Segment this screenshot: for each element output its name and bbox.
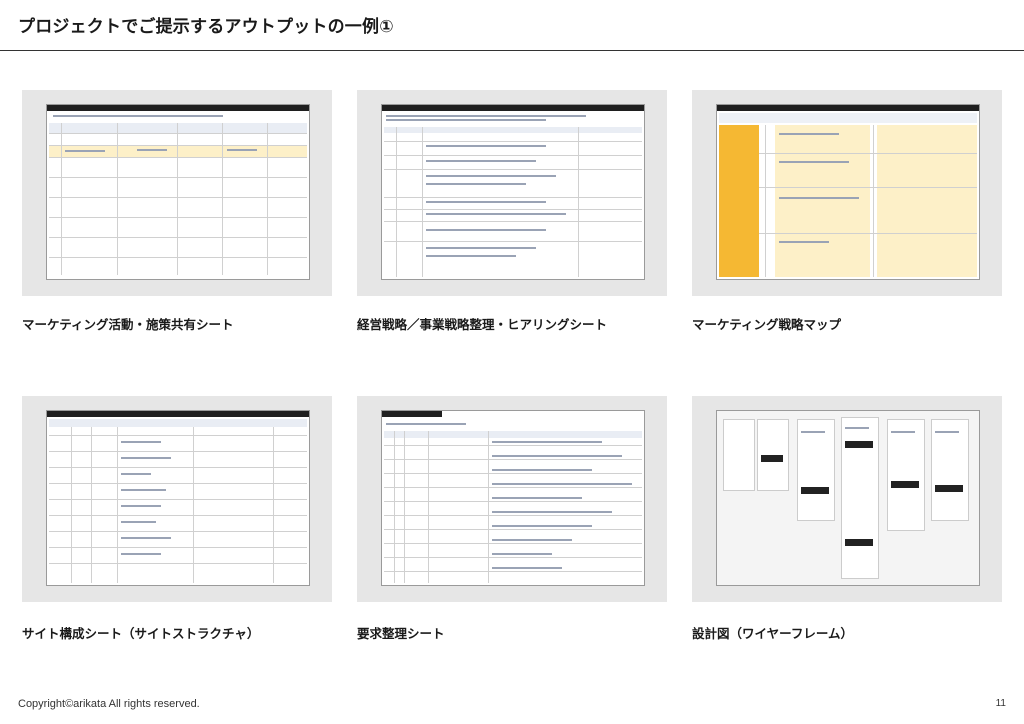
page-title: プロジェクトでご提示するアウトプットの一例① — [18, 17, 394, 37]
card-marketing-strategy-map — [692, 90, 1002, 296]
caption-marketing-activity-sheet: マーケティング活動・施策共有シート — [22, 317, 234, 332]
caption-site-structure-sheet: サイト構成シート（サイトストラクチャ） — [22, 626, 260, 641]
card-requirements-sheet — [357, 396, 667, 602]
card-site-structure-sheet — [22, 396, 332, 602]
page-number: 11 — [995, 698, 1006, 709]
thumbnail-marketing-strategy-map — [716, 104, 980, 280]
caption-marketing-strategy-map: マーケティング戦略マップ — [692, 317, 842, 332]
caption-requirements-sheet: 要求整理シート — [357, 626, 445, 641]
copyright: Copyright©arikata All rights reserved. — [18, 698, 200, 710]
thumbnail-strategy-hearing-sheet — [381, 104, 645, 280]
card-marketing-activity-sheet — [22, 90, 332, 296]
title-divider — [0, 50, 1024, 51]
caption-strategy-hearing-sheet: 経営戦略／事業戦略整理・ヒアリングシート — [357, 317, 608, 332]
thumbnail-wireframe — [716, 410, 980, 586]
thumbnail-site-structure-sheet — [46, 410, 310, 586]
thumbnail-requirements-sheet — [381, 410, 645, 586]
caption-wireframe: 設計図（ワイヤーフレーム） — [692, 626, 854, 641]
card-strategy-hearing-sheet — [357, 90, 667, 296]
card-wireframe — [692, 396, 1002, 602]
thumbnail-marketing-activity-sheet — [46, 104, 310, 280]
